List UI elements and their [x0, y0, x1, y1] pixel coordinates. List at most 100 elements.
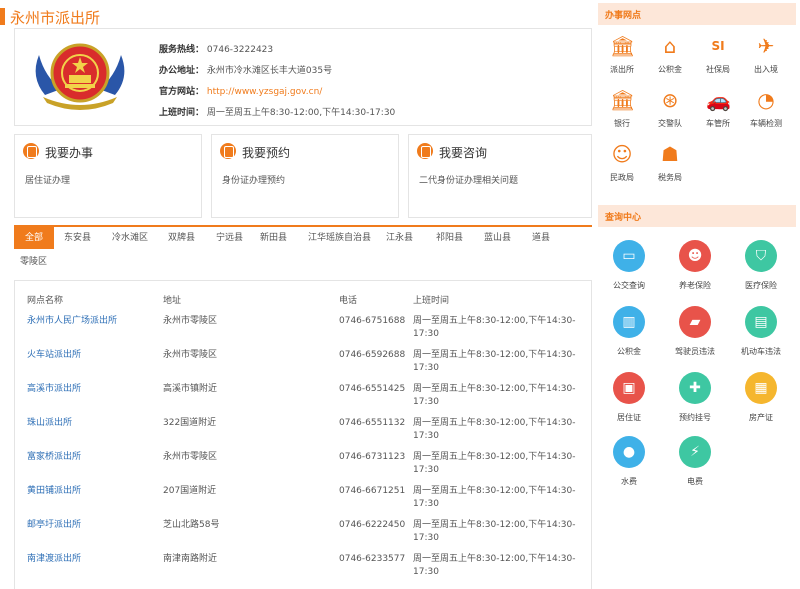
shield-icon: ⛉: [745, 240, 777, 272]
card-consult[interactable]: 我要咨询 二代身份证办理相关问题: [408, 134, 592, 218]
service-police[interactable]: 🏛 派出所: [598, 34, 646, 82]
query-bus[interactable]: ▭ 公交查询: [596, 240, 662, 296]
table-row: 高溪市派出所 高溪市镇附近 0746-6551425 周一至周五上午8:30-1…: [15, 383, 591, 417]
service-vehicle-admin[interactable]: 🚗 车管所: [694, 88, 742, 136]
question-icon: [417, 143, 433, 159]
card-subtitle[interactable]: 身份证办理预约: [222, 173, 285, 186]
tab-district[interactable]: 零陵区: [14, 251, 53, 273]
query-fund[interactable]: ▥ 公积金: [596, 306, 662, 362]
tab-district[interactable]: 双牌县: [162, 227, 201, 249]
tab-district[interactable]: 江永县: [380, 227, 419, 249]
station-address: 高溪市镇附近: [163, 384, 218, 394]
police-emblem-icon: [35, 43, 125, 110]
hours-label: 上班时间：: [159, 108, 205, 118]
service-social[interactable]: SI 社保局: [694, 34, 742, 82]
service-tax[interactable]: ☗ 税务局: [646, 142, 694, 190]
station-phone: 0746-6731123: [339, 452, 406, 462]
station-hours: 周一至周五上午8:30-12:00,下午14:30-17:30: [413, 418, 576, 441]
query-pension[interactable]: ☻ 养老保险: [662, 240, 728, 296]
station-address: 芝山北路58号: [163, 520, 220, 530]
website-link[interactable]: http://www.yzsgaj.gov.cn/: [207, 87, 322, 97]
table-row: 邮亭圩派出所 芝山北路58号 0746-6222450 周一至周五上午8:30-…: [15, 519, 591, 553]
service-civil-affairs[interactable]: ☺ 民政局: [598, 142, 646, 190]
tab-district[interactable]: 道县: [526, 227, 556, 249]
tab-district[interactable]: 江华瑶族自治县: [302, 227, 377, 249]
query-medical[interactable]: ⛉ 医疗保险: [728, 240, 794, 296]
query-driver-violation[interactable]: ▰ 驾驶员违法: [662, 306, 728, 362]
station-address: 永州市零陵区: [163, 452, 218, 462]
query-label: 机动车违法: [741, 347, 781, 356]
card-title: 我要咨询: [439, 146, 488, 160]
gauge-icon: ◔: [757, 88, 775, 112]
service-label: 出入境: [754, 65, 778, 74]
page-title: 永州市派出所: [10, 9, 101, 27]
station-phone: 0746-6671251: [339, 486, 406, 496]
person-icon: ☻: [679, 240, 711, 272]
query-water[interactable]: ● 水费: [596, 436, 662, 492]
query-label: 电费: [687, 477, 703, 486]
service-traffic[interactable]: ⊛ 交警队: [646, 88, 694, 136]
tab-district[interactable]: 宁远县: [210, 227, 249, 249]
si-icon: SI: [711, 39, 725, 53]
query-registration[interactable]: ✚ 预约挂号: [662, 372, 728, 428]
query-label: 养老保险: [679, 281, 711, 290]
station-name-link[interactable]: 火车站派出所: [27, 349, 81, 362]
station-name-link[interactable]: 黄田铺派出所: [27, 485, 81, 498]
service-label: 派出所: [610, 65, 634, 74]
table-header: 电话: [339, 296, 358, 306]
query-residence[interactable]: ▣ 居住证: [596, 372, 662, 428]
query-label: 医疗保险: [745, 281, 777, 290]
query-label: 预约挂号: [679, 413, 711, 422]
hours-row: 上班时间： 周一至周五上午8:30-12:00,下午14:30-17:30: [159, 105, 395, 118]
query-property[interactable]: ▦ 房产证: [728, 372, 794, 428]
station-name-link[interactable]: 邮亭圩派出所: [27, 519, 81, 532]
tax-icon: ☗: [661, 142, 679, 166]
station-name-link[interactable]: 永州市人民广场派出所: [27, 315, 117, 328]
car-icon: ▰: [679, 306, 711, 338]
tab-district[interactable]: 冷水滩区: [106, 227, 154, 249]
website-label: 官方网站：: [159, 87, 205, 97]
service-fund[interactable]: ⌂ 公积金: [646, 34, 694, 82]
table-row: 南津渡派出所 南津南路附近 0746-6233577 周一至周五上午8:30-1…: [15, 553, 591, 587]
station-address: 南津南路附近: [163, 554, 218, 564]
station-name-link[interactable]: 珠山派出所: [27, 417, 72, 430]
query-electricity[interactable]: ⚡ 电费: [662, 436, 728, 492]
station-hours: 周一至周五上午8:30-12:00,下午14:30-17:30: [413, 384, 576, 407]
query-title: 查询中心: [605, 213, 642, 223]
service-label: 车管所: [706, 119, 730, 128]
tab-district[interactable]: 祁阳县: [430, 227, 469, 249]
service-bank[interactable]: 🏛 银行: [598, 88, 646, 136]
card-subtitle[interactable]: 二代身份证办理相关问题: [419, 173, 518, 186]
drop-icon: ●: [613, 436, 645, 468]
chart-icon: ▥: [613, 306, 645, 338]
card-appointment[interactable]: 我要预约 身份证办理预约: [211, 134, 399, 218]
hotline-value: 0746-3222423: [206, 45, 274, 55]
table-row: 富家桥派出所 永州市零陵区 0746-6731123 周一至周五上午8:30-1…: [15, 451, 591, 485]
flower-icon: [220, 143, 236, 159]
tab-district[interactable]: 新田县: [254, 227, 293, 249]
station-hours: 周一至周五上午8:30-12:00,下午14:30-17:30: [413, 316, 576, 339]
station-address: 207国道附近: [163, 486, 217, 496]
card-handle-affairs[interactable]: 我要办事 居住证办理: [14, 134, 202, 218]
service-exit-entry[interactable]: ✈ 出入境: [742, 34, 790, 82]
tab-all[interactable]: 全部: [14, 227, 54, 249]
table-row: 永州市人民广场派出所 永州市零陵区 0746-6751688 周一至周五上午8:…: [15, 315, 591, 349]
tab-district[interactable]: 东安县: [58, 227, 97, 249]
house-icon: ⌂: [663, 34, 677, 58]
station-name-link[interactable]: 高溪市派出所: [27, 383, 81, 396]
station-phone: 0746-6551132: [339, 418, 406, 428]
station-name-link[interactable]: 富家桥派出所: [27, 451, 81, 464]
query-label: 居住证: [617, 413, 641, 422]
hours-value: 周一至周五上午8:30-12:00,下午14:30-17:30: [206, 108, 396, 118]
tab-district[interactable]: 蓝山县: [478, 227, 517, 249]
query-vehicle-violation[interactable]: ▤ 机动车违法: [728, 306, 794, 362]
hotline-label: 服务热线：: [159, 45, 205, 55]
service-label: 公积金: [658, 65, 682, 74]
station-address: 永州市零陵区: [163, 316, 218, 326]
service-label: 银行: [614, 119, 630, 128]
card-subtitle[interactable]: 居住证办理: [25, 173, 70, 186]
table-row: 珠山派出所 322国道附近 0746-6551132 周一至周五上午8:30-1…: [15, 417, 591, 451]
service-vehicle-inspect[interactable]: ◔ 车辆检测: [742, 88, 790, 136]
station-name-link[interactable]: 南津渡派出所: [27, 553, 81, 566]
bank-icon: 🏛: [610, 88, 636, 112]
